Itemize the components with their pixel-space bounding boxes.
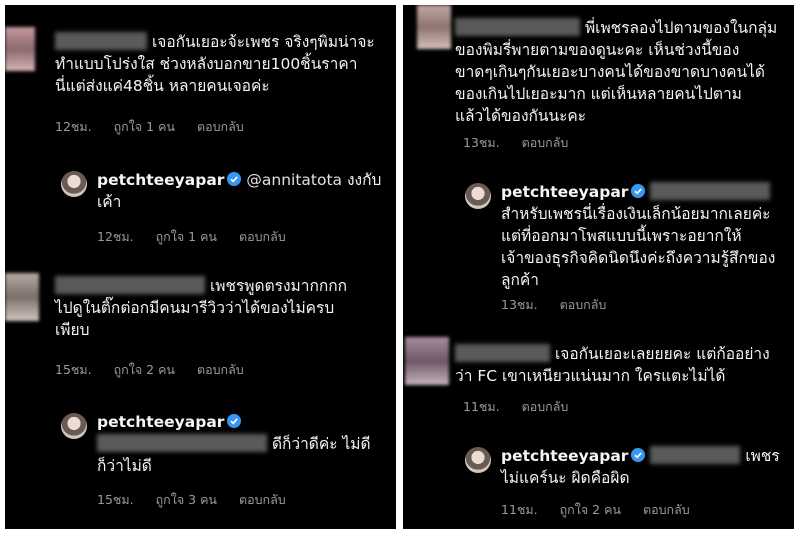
comment-text: สำหรับเพชรนี่เรื่องเงินเล็กน้อยมากเลยค่ะ [501,205,771,223]
comment-text: แต่ที่ออกมาโพสแบบนี้เพราะอยากให้ [501,227,742,245]
comment-text: ไปดูในติ๊กต่อกมีคนมารีวิวว่าได้ของไม่ครบ [55,299,335,317]
timestamp: 13ชม. [463,135,500,150]
comment-meta: 15ชม. ถูกใจ 2 คน ตอบกลับ [55,360,266,380]
comment-meta: 12ชม. ถูกใจ 1 คน ตอบกลับ [97,227,308,247]
comment-text: ทำแบบโปร่งใส ช่วงหลังบอกขาย100ชิ้นราคา [55,55,358,73]
timestamp: 12ชม. [97,229,134,244]
comment-meta: 13ชม. ตอบกลับ [501,295,628,315]
redacted-username [455,18,580,36]
petch-avatar[interactable] [465,183,491,209]
comment-text: ลูกค้า [501,271,539,289]
comment: พี่เพชรลองไปตามของในกลุ่ม ของพิมรี่พายตา… [455,17,791,127]
comment-text: ดีก็ว่าดีค่ะ ไม่ดี [271,435,371,453]
comment-meta: 15ชม. ถูกใจ 3 คน ตอบกลับ [97,490,308,510]
commenter-avatar[interactable] [405,337,449,385]
comment-text: เพชรพูดตรงมากกกก [209,277,348,295]
reply-comment: petchteeyapar สำหรับเพชรนี่เรื่องเงินเล็… [501,181,791,291]
verified-badge-icon [631,448,646,462]
reply-button[interactable]: ตอบกลับ [239,229,286,244]
reply-button[interactable]: ตอบกลับ [197,119,244,134]
timestamp: 15ชม. [97,492,134,507]
redacted-mention [650,182,771,200]
reply-comment: petchteeyapar เพชร ไม่แคร์นะ ผิดคือผิด [501,445,791,489]
petch-avatar[interactable] [61,171,87,197]
likes-count[interactable]: ถูกใจ 2 คน [114,362,175,377]
comment: เพชรพูดตรงมากกกก ไปดูในติ๊กต่อกมีคนมารีว… [55,275,395,341]
reply-comment: petchteeyapar ดีก็ว่าดีค่ะ ไม่ดี ก็ว่าไม… [97,411,392,477]
reply-button[interactable]: ตอบกลับ [643,502,690,517]
reply-comment: petchteeyapar @annitatota งงกับ เค้า [97,169,392,213]
comment-meta: 12ชม. ถูกใจ 1 คน ตอบกลับ [55,117,266,137]
username[interactable]: petchteeyapar [501,447,628,465]
comment-text: ของเกินไปเยอะมาก แต่เห็นหลายคนไปตาม [455,85,742,103]
redacted-mention [97,434,267,452]
reply-button[interactable]: ตอบกลับ [522,135,569,150]
comment-text: เพชร [745,447,780,465]
redacted-username [55,32,147,50]
verified-badge-icon [227,414,242,428]
left-screenshot-panel: เจอกันเยอะจ้ะเพชร จริงๆพิมน่าจะ ทำแบบโปร… [5,5,396,529]
comment-text: ว่า FC เขาเหนียวแน่นมาก ใครแตะไม่ได้ [455,367,726,385]
comment-text: เค้า [97,193,122,211]
redacted-mention [650,446,741,464]
reply-button[interactable]: ตอบกลับ [560,297,607,312]
comment-text: ของพิมรี่พายตามของดูนะคะ เห็นช่วงนี้ของ [455,41,740,59]
comment-text: ก็ว่าไม่ดี [97,457,152,475]
comment: เจอกันเยอะเลยยยคะ แต่ก้ออย่าง ว่า FC เขา… [455,343,791,387]
petch-avatar[interactable] [465,447,491,473]
redacted-username [455,344,550,362]
timestamp: 12ชม. [55,119,92,134]
comment-meta: 11ชม. ถูกใจ 2 คน ตอบกลับ [501,500,712,520]
comment-text: ขาดๆเกินๆกันเยอะบางคนได้ของขาดบางคนได้ [455,63,765,81]
comment-text: เพียบ [55,321,90,339]
comment-text: เจอกันเยอะเลยยยคะ แต่ก้ออย่าง [554,345,770,363]
comment-text: พี่เพชรลองไปตามของในกลุ่ม [584,19,778,37]
comment-text: แล้วได้ของกันนะคะ [455,107,587,125]
comment-meta: 11ชม. ตอบกลับ [463,397,590,417]
comment-text: เจ้าของธุรกิจคิดนิดนึงค่ะถึงความรู้สึกขอ… [501,249,776,267]
right-screenshot-panel: พี่เพชรลองไปตามของในกลุ่ม ของพิมรี่พายตา… [403,5,794,529]
verified-badge-icon [227,172,242,186]
likes-count[interactable]: ถูกใจ 2 คน [560,502,621,517]
likes-count[interactable]: ถูกใจ 1 คน [114,119,175,134]
commenter-avatar[interactable] [417,5,451,49]
redacted-username [55,276,205,294]
comment: เจอกันเยอะจ้ะเพชร จริงๆพิมน่าจะ ทำแบบโปร… [55,31,395,97]
comment-text: เจอกันเยอะจ้ะเพชร จริงๆพิมน่าจะ [151,33,375,51]
timestamp: 13ชม. [501,297,538,312]
likes-count[interactable]: ถูกใจ 1 คน [156,229,217,244]
timestamp: 15ชม. [55,362,92,377]
likes-count[interactable]: ถูกใจ 3 คน [156,492,217,507]
mention-link[interactable]: @annitatota [246,171,342,189]
commenter-avatar[interactable] [5,273,39,321]
timestamp: 11ชม. [463,399,500,414]
verified-badge-icon [631,184,646,198]
reply-button[interactable]: ตอบกลับ [197,362,244,377]
comment-text: นี่แต่ส่งแค่48ชิ้น หลายคนเจอค่ะ [55,77,270,95]
timestamp: 11ชม. [501,502,538,517]
petch-avatar[interactable] [61,413,87,439]
username[interactable]: petchteeyapar [501,183,628,201]
commenter-avatar[interactable] [5,27,35,71]
comment-text: งงกับ [346,171,382,189]
username[interactable]: petchteeyapar [97,171,224,189]
username[interactable]: petchteeyapar [97,413,224,431]
comment-meta: 13ชม. ตอบกลับ [463,133,590,153]
reply-button[interactable]: ตอบกลับ [239,492,286,507]
reply-button[interactable]: ตอบกลับ [522,399,569,414]
comment-text: ไม่แคร์นะ ผิดคือผิด [501,469,630,487]
